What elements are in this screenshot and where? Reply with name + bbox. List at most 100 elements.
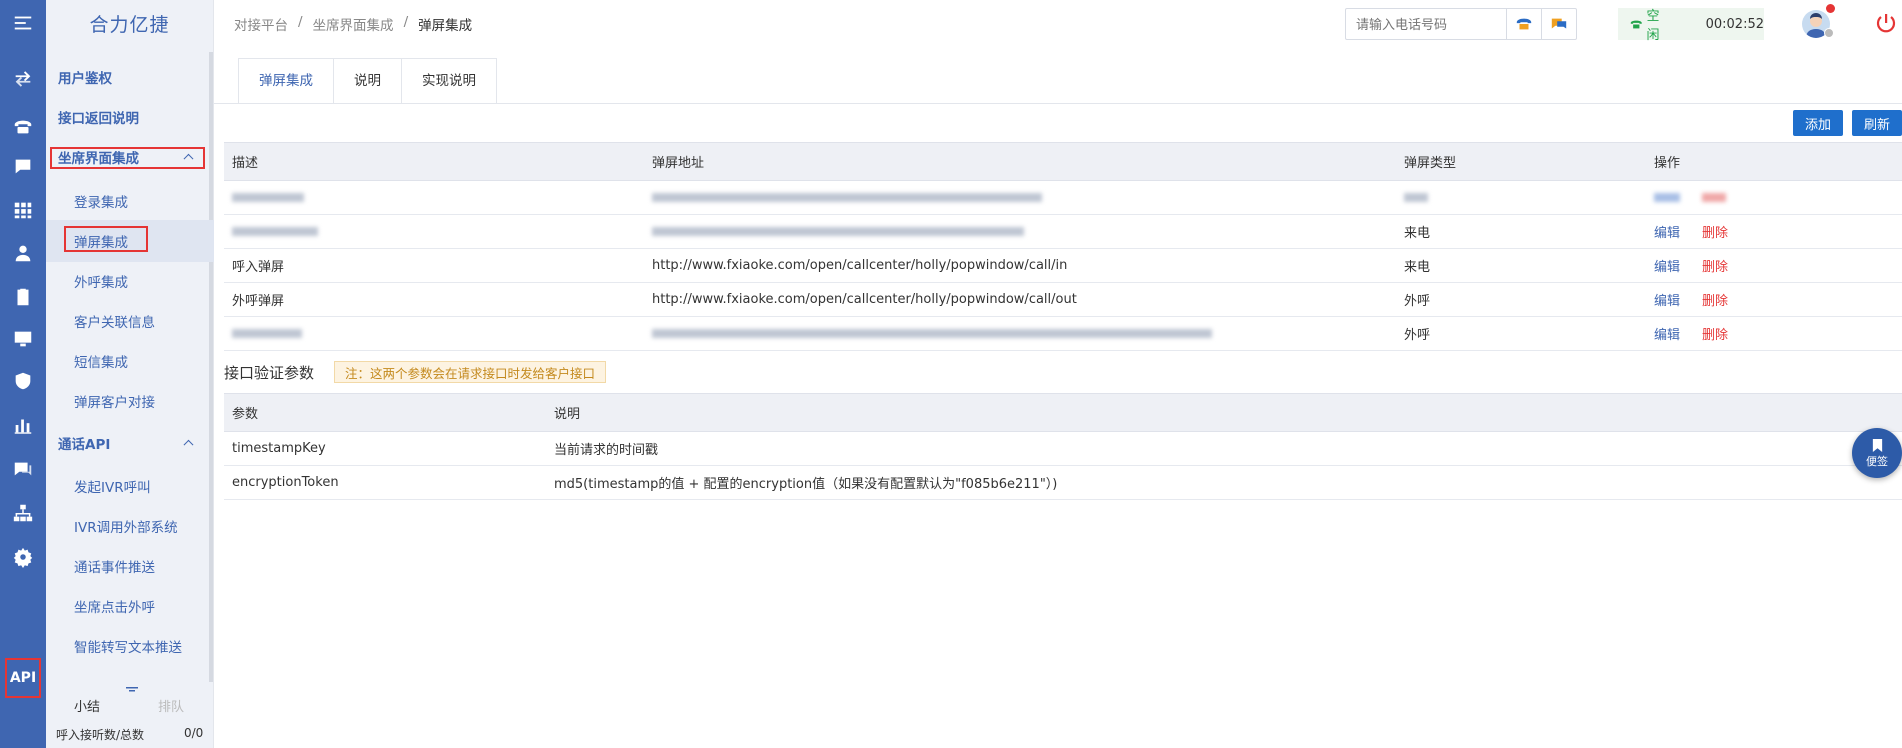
sidebar-item-label: 通话API: [58, 437, 111, 453]
sidebar-item-label: 外呼集成: [74, 275, 128, 291]
tab-divider: [214, 103, 1902, 104]
queue-tab[interactable]: 排队: [158, 696, 184, 715]
sidebar-item-click-to-call[interactable]: 坐席点击外呼: [46, 593, 214, 619]
user-icon[interactable]: [0, 236, 46, 270]
tab-description[interactable]: 说明: [333, 58, 401, 104]
redacted-text: [232, 227, 318, 236]
desc-cell: 呼入弹屏: [224, 248, 644, 283]
type-cell: 来电: [1396, 214, 1646, 249]
popup-table: 描述 弹屏地址 弹屏类型 操作 来电 编辑 删除 呼入弹屏 http://www.…: [224, 142, 1902, 351]
api-nav-button[interactable]: API: [5, 658, 41, 698]
sidebar-item-call-event-push[interactable]: 通话事件推送: [46, 553, 214, 579]
sidebar-item-popup-customer[interactable]: 弹屏客户对接: [46, 388, 214, 414]
redacted-text: [652, 227, 1024, 236]
breadcrumb-item[interactable]: 对接平台: [234, 14, 288, 34]
icon-rail: API: [0, 0, 46, 748]
sidebar: 合力亿捷 用户鉴权 接口返回说明 坐席界面集成 登录集成 弹屏集成 外呼集成 客…: [46, 0, 214, 748]
sidebar-item-label: 用户鉴权: [58, 71, 112, 87]
agent-status[interactable]: 空闲 00:02:52: [1618, 8, 1764, 43]
sidebar-item-login-integration[interactable]: 登录集成: [46, 188, 214, 214]
delete-link[interactable]: 删除: [1702, 260, 1728, 275]
bar-chart-icon[interactable]: [0, 408, 46, 442]
sidebar-item-transcription-push[interactable]: 智能转写文本推送: [46, 633, 214, 659]
sms-button[interactable]: [1541, 9, 1576, 39]
edit-link[interactable]: 编辑: [1654, 260, 1680, 275]
chat-icon[interactable]: [0, 150, 46, 184]
offline-badge-icon: [1824, 28, 1834, 38]
delete-link[interactable]: 删除: [1702, 294, 1728, 309]
sidebar-item-outbound-integration[interactable]: 外呼集成: [46, 268, 214, 294]
sidebar-item-sms-integration[interactable]: 短信集成: [46, 348, 214, 374]
table-row: [224, 180, 1902, 215]
table-row: 外呼 编辑 删除: [224, 316, 1902, 351]
transfer-icon[interactable]: [0, 62, 46, 96]
shield-icon[interactable]: [0, 364, 46, 398]
monitor-icon[interactable]: [0, 322, 46, 356]
sidebar-item-label: IVR调用外部系统: [74, 520, 178, 536]
sidebar-item-ivr-call[interactable]: 发起IVR呼叫: [46, 473, 214, 499]
param-name-cell: encryptionToken: [224, 465, 546, 500]
type-cell: [1396, 180, 1646, 215]
summary-tab[interactable]: 小结: [74, 696, 100, 715]
sidebar-item-customer-info[interactable]: 客户关联信息: [46, 308, 214, 334]
status-label: 空闲: [1646, 9, 1660, 43]
notification-dot: [1826, 4, 1835, 13]
url-cell: [644, 180, 1396, 215]
grid-icon[interactable]: [0, 193, 46, 227]
sidebar-item-label: 通话事件推送: [74, 560, 155, 576]
params-note: 注：这两个参数会在请求接口时发给客户接口: [334, 361, 607, 383]
add-button[interactable]: 添加: [1793, 110, 1844, 136]
phone-status-icon: [1630, 20, 1642, 28]
edit-link[interactable]: [1654, 193, 1680, 202]
menu-icon[interactable]: [0, 6, 46, 40]
memo-button[interactable]: 便签: [1852, 428, 1902, 478]
sidebar-item-label: 短信集成: [74, 355, 128, 371]
dial-button[interactable]: [1506, 9, 1541, 39]
desc-cell: [224, 180, 644, 215]
column-header: 弹屏地址: [644, 142, 1396, 181]
breadcrumb-item[interactable]: 坐席界面集成: [313, 14, 394, 34]
sidebar-item-label: 坐席点击外呼: [74, 600, 155, 616]
url-cell: http://www.fxiaoke.com/open/callcenter/h…: [644, 248, 1396, 283]
delete-link[interactable]: 删除: [1702, 226, 1728, 241]
breadcrumb: 对接平台 / 坐席界面集成 / 弹屏集成: [234, 14, 472, 34]
sidebar-item-ivr-external[interactable]: IVR调用外部系统: [46, 513, 214, 539]
power-button[interactable]: [1875, 12, 1897, 34]
edit-link[interactable]: 编辑: [1654, 226, 1680, 241]
desc-cell: [224, 316, 644, 351]
phone-dial-icon: [1516, 18, 1532, 30]
filter-icon[interactable]: [126, 684, 138, 692]
settings-gear-icon[interactable]: [0, 540, 46, 574]
delete-link[interactable]: [1702, 193, 1726, 202]
call-timer: 00:02:52: [1705, 16, 1764, 32]
phone-dial-box: [1345, 8, 1577, 40]
message-icon[interactable]: [0, 452, 46, 486]
table-header-row: 参数 说明: [224, 393, 1902, 432]
sidebar-item-label: 弹屏客户对接: [74, 395, 155, 411]
sidebar-item-call-api[interactable]: 通话API: [46, 430, 214, 456]
phone-input[interactable]: [1346, 10, 1506, 38]
tab-implementation[interactable]: 实现说明: [401, 58, 497, 104]
redacted-text: [652, 193, 1042, 202]
highlight-box: [64, 226, 148, 252]
breadcrumb-separator: /: [403, 14, 409, 30]
org-chart-icon[interactable]: [0, 496, 46, 530]
column-header: 参数: [224, 393, 546, 432]
clipboard-icon[interactable]: [0, 280, 46, 314]
delete-link[interactable]: 删除: [1702, 328, 1728, 343]
column-header: 说明: [546, 393, 1902, 432]
refresh-button[interactable]: 刷新: [1852, 110, 1902, 136]
edit-link[interactable]: 编辑: [1654, 294, 1680, 309]
redacted-text: [1404, 193, 1428, 202]
sms-chat-icon: [1551, 18, 1567, 29]
edit-link[interactable]: 编辑: [1654, 328, 1680, 343]
sidebar-item-user-auth[interactable]: 用户鉴权: [46, 64, 214, 90]
sidebar-item-label: 智能转写文本推送: [74, 640, 182, 656]
desc-cell: [224, 214, 644, 249]
memo-label: 便签: [1866, 454, 1888, 468]
tab-popup-integration[interactable]: 弹屏集成: [238, 58, 333, 104]
telephone-icon[interactable]: [0, 110, 46, 144]
sidebar-item-return-desc[interactable]: 接口返回说明: [46, 104, 214, 130]
desc-cell: 外呼弹屏: [224, 282, 644, 317]
breadcrumb-separator: /: [298, 14, 303, 30]
